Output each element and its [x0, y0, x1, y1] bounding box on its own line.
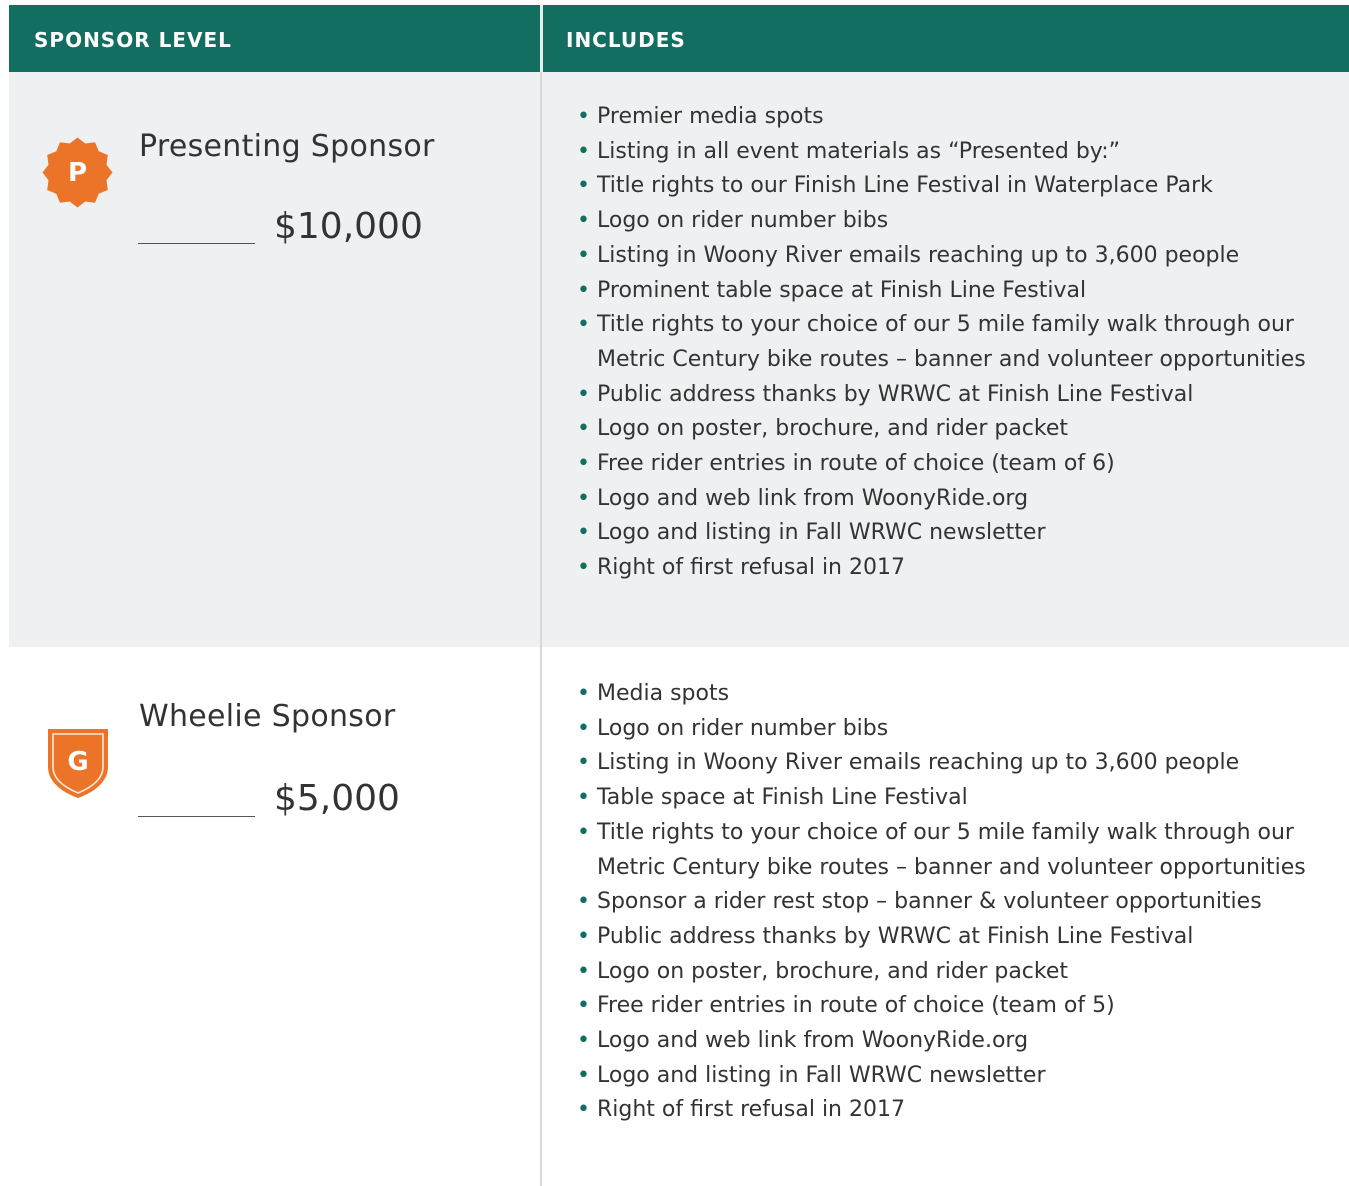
badge-letter: P [68, 158, 87, 188]
list-item-text: Listing in Woony River emails reaching u… [597, 242, 1240, 268]
list-item: • Public address thanks by WRWC at Finish… [577, 378, 1337, 413]
sponsor-name: Presenting Sponsor [139, 129, 435, 164]
list-item-text: Title rights to your choice of our 5 mil… [597, 312, 1306, 372]
badge-letter: G [67, 747, 88, 777]
header-divider [540, 5, 543, 72]
list-item-text: Public address thanks by WRWC at Finish … [597, 381, 1194, 407]
list-item-text: Free rider entries in route of choice (t… [597, 993, 1115, 1019]
list-item-text: Logo on poster, brochure, and rider pack… [597, 958, 1069, 984]
list-item: • Listing in Woony River emails reaching … [577, 746, 1337, 781]
bullet-icon: • [577, 889, 590, 915]
bullet-icon: • [577, 520, 590, 546]
list-item: • Logo and web link from WoonyRide.org [577, 482, 1337, 517]
list-item-text: Media spots [597, 681, 730, 706]
bullet-icon: • [577, 1028, 590, 1054]
list-item-text: Logo and listing in Fall WRWC newsletter [597, 1062, 1046, 1088]
list-item: • Free rider entries in route of choice (… [577, 989, 1337, 1024]
bullet-icon: • [577, 104, 590, 129]
includes-list: • Media spots • Logo on rider number bibs • L… [577, 677, 1337, 1128]
column-divider [540, 72, 542, 647]
list-item-text: Logo and web link from WoonyRide.org [597, 1028, 1029, 1054]
bullet-icon: • [577, 923, 590, 949]
table-header: SPONSOR LEVEL INCLUDES [9, 5, 1349, 72]
sponsor-amount: $5,000 [274, 778, 400, 819]
signature-blank-line [138, 243, 255, 244]
bullet-icon: • [577, 715, 590, 741]
list-item: • Title rights to your choice of our 5 mi… [577, 816, 1337, 885]
sponsor-name: Wheelie Sponsor [139, 699, 396, 734]
table-row-wheelie: G Wheelie Sponsor $5,000 • Media spots • Lo… [9, 647, 1349, 1186]
list-item: • Listing in Woony River emails reaching … [577, 239, 1337, 274]
list-item-text: Listing in Woony River emails reaching u… [597, 750, 1240, 776]
bullet-icon: • [577, 173, 590, 199]
bullet-icon: • [577, 451, 590, 477]
list-item-text: Sponsor a rider rest stop – banner & vol… [597, 889, 1262, 915]
list-item: • Logo on rider number bibs [577, 204, 1337, 239]
list-item: • Logo on rider number bibs [577, 712, 1337, 747]
list-item-text: Logo and web link from WoonyRide.org [597, 485, 1029, 511]
list-item: • Public address thanks by WRWC at Finish… [577, 920, 1337, 955]
bullet-icon: • [577, 416, 590, 442]
bullet-icon: • [577, 242, 590, 268]
list-item: • Table space at Finish Line Festival [577, 781, 1337, 816]
list-item-text: Free rider entries in route of choice (t… [597, 451, 1115, 477]
bullet-icon: • [577, 485, 590, 511]
bullet-icon: • [577, 750, 590, 776]
signature-blank-line [138, 816, 255, 817]
sponsorship-table: SPONSOR LEVEL INCLUDES P Presenting Spon… [9, 5, 1349, 1186]
list-item: • Logo on poster, brochure, and rider pac… [577, 412, 1337, 447]
bullet-icon: • [577, 208, 590, 234]
bullet-icon: • [577, 381, 590, 407]
list-item-text: Title rights to our Finish Line Festival… [597, 173, 1213, 199]
bullet-icon: • [577, 993, 590, 1019]
bullet-icon: • [577, 555, 590, 581]
bullet-icon: • [577, 785, 590, 811]
list-item-text: Logo on rider number bibs [597, 715, 889, 741]
list-item: • Right of first refusal in 2017 [577, 1093, 1337, 1128]
bullet-icon: • [577, 1097, 590, 1123]
list-item-text: Listing in all event materials as “Prese… [597, 138, 1121, 164]
bullet-icon: • [577, 819, 590, 845]
list-item: • Title rights to your choice of our 5 mi… [577, 308, 1337, 377]
bullet-icon: • [577, 681, 590, 706]
bullet-icon: • [577, 312, 590, 338]
column-divider [540, 647, 542, 1186]
starburst-badge-icon: P [42, 137, 113, 208]
list-item-text: Public address thanks by WRWC at Finish … [597, 923, 1194, 949]
list-item: • Logo and listing in Fall WRWC newslette… [577, 1059, 1337, 1094]
list-item: • Free rider entries in route of choice (… [577, 447, 1337, 482]
list-item-text: Logo on rider number bibs [597, 208, 889, 234]
list-item: • Sponsor a rider rest stop – banner & vo… [577, 885, 1337, 920]
list-item-text: Premier media spots [597, 104, 824, 129]
bullet-icon: • [577, 277, 590, 303]
header-includes: INCLUDES [566, 28, 686, 52]
bullet-icon: • [577, 138, 590, 164]
bullet-icon: • [577, 958, 590, 984]
list-item: • Title rights to our Finish Line Festiva… [577, 169, 1337, 204]
list-item-text: Prominent table space at Finish Line Fes… [597, 277, 1087, 303]
list-item: • Logo on poster, brochure, and rider pac… [577, 955, 1337, 990]
shield-badge-icon: G [48, 729, 108, 798]
list-item-text: Right of first refusal in 2017 [597, 555, 905, 581]
list-item: • Prominent table space at Finish Line Fe… [577, 274, 1337, 309]
sponsor-amount: $10,000 [274, 206, 423, 247]
list-item: • Premier media spots [577, 100, 1337, 135]
list-item: • Logo and web link from WoonyRide.org [577, 1024, 1337, 1059]
header-sponsor-level: SPONSOR LEVEL [34, 28, 232, 52]
list-item: • Media spots [577, 677, 1337, 712]
list-item-text: Logo and listing in Fall WRWC newsletter [597, 520, 1046, 546]
includes-list: • Premier media spots • Listing in all even… [577, 100, 1337, 586]
list-item-text: Right of first refusal in 2017 [597, 1097, 905, 1123]
table-row-presenting: P Presenting Sponsor $10,000 • Premier me… [9, 72, 1349, 647]
bullet-icon: • [577, 1062, 590, 1088]
list-item: • Logo and listing in Fall WRWC newslette… [577, 516, 1337, 551]
list-item-text: Logo on poster, brochure, and rider pack… [597, 416, 1069, 442]
list-item-text: Table space at Finish Line Festival [597, 785, 968, 811]
list-item: • Listing in all event materials as “Pres… [577, 135, 1337, 170]
list-item-text: Title rights to your choice of our 5 mil… [597, 819, 1306, 880]
list-item: • Right of first refusal in 2017 [577, 551, 1337, 586]
